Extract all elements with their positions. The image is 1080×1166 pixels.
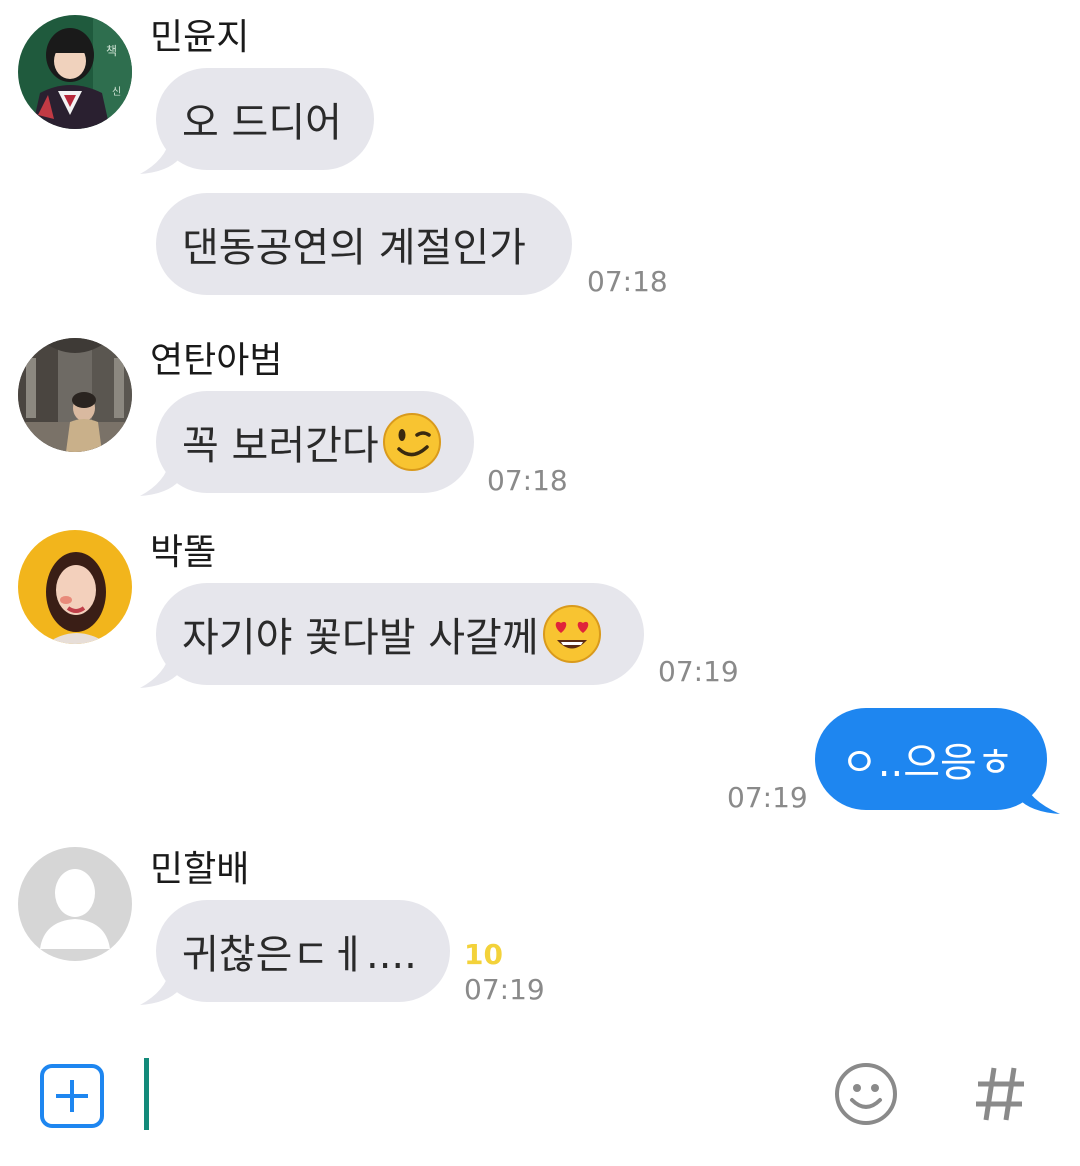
message-timestamp: 07:19 (464, 973, 545, 1006)
unread-count-badge: 10 (464, 938, 503, 971)
sender-name: 박똘 (150, 532, 217, 573)
message-bubble[interactable]: 귀찮은ㄷㅔ.... (156, 900, 450, 1002)
message-bubble[interactable]: 자기야 꽃다발 사갈께 (156, 583, 644, 685)
smiley-icon (835, 1063, 897, 1125)
message-bubble-outgoing[interactable]: ㅇ..으응ㅎ (815, 708, 1047, 810)
avatar-yeontan[interactable] (18, 338, 132, 452)
avatar-parkttol[interactable] (18, 530, 132, 644)
sender-name: 민할배 (150, 849, 250, 890)
svg-text:신: 신 (112, 86, 121, 98)
message-bubble[interactable]: 댄동공연의 계절인가 (156, 193, 572, 295)
attach-button[interactable] (40, 1064, 104, 1128)
text-cursor (144, 1058, 149, 1130)
message-bubble[interactable]: 오 드디어 (156, 68, 374, 170)
sender-name: 민윤지 (150, 17, 250, 58)
emoji-button[interactable] (834, 1062, 898, 1126)
message-input-bar (0, 1040, 1080, 1166)
svg-text:책: 책 (106, 43, 117, 58)
wink-emoji-icon (382, 413, 441, 471)
avatar-minyunji[interactable]: 책 신 (18, 15, 132, 129)
plus-square-icon (40, 1064, 104, 1128)
message-timestamp: 07:18 (487, 464, 568, 497)
sender-name: 연탄아범 (150, 340, 283, 381)
message-timestamp: 07:19 (658, 655, 739, 688)
message-timestamp: 07:19 (727, 781, 808, 814)
message-text: 자기야 꽃다발 사갈께 (182, 615, 539, 661)
avatar-minhalbae[interactable] (18, 847, 132, 961)
message-bubble[interactable]: 꼭 보러간다 (156, 391, 474, 493)
message-timestamp: 07:18 (587, 265, 668, 298)
hashtag-icon (976, 1067, 1024, 1121)
heart-eyes-emoji-icon (542, 605, 601, 663)
message-text: 꼭 보러간다 (182, 423, 379, 469)
message-input[interactable] (140, 1054, 800, 1134)
hashtag-button[interactable] (972, 1062, 1028, 1126)
